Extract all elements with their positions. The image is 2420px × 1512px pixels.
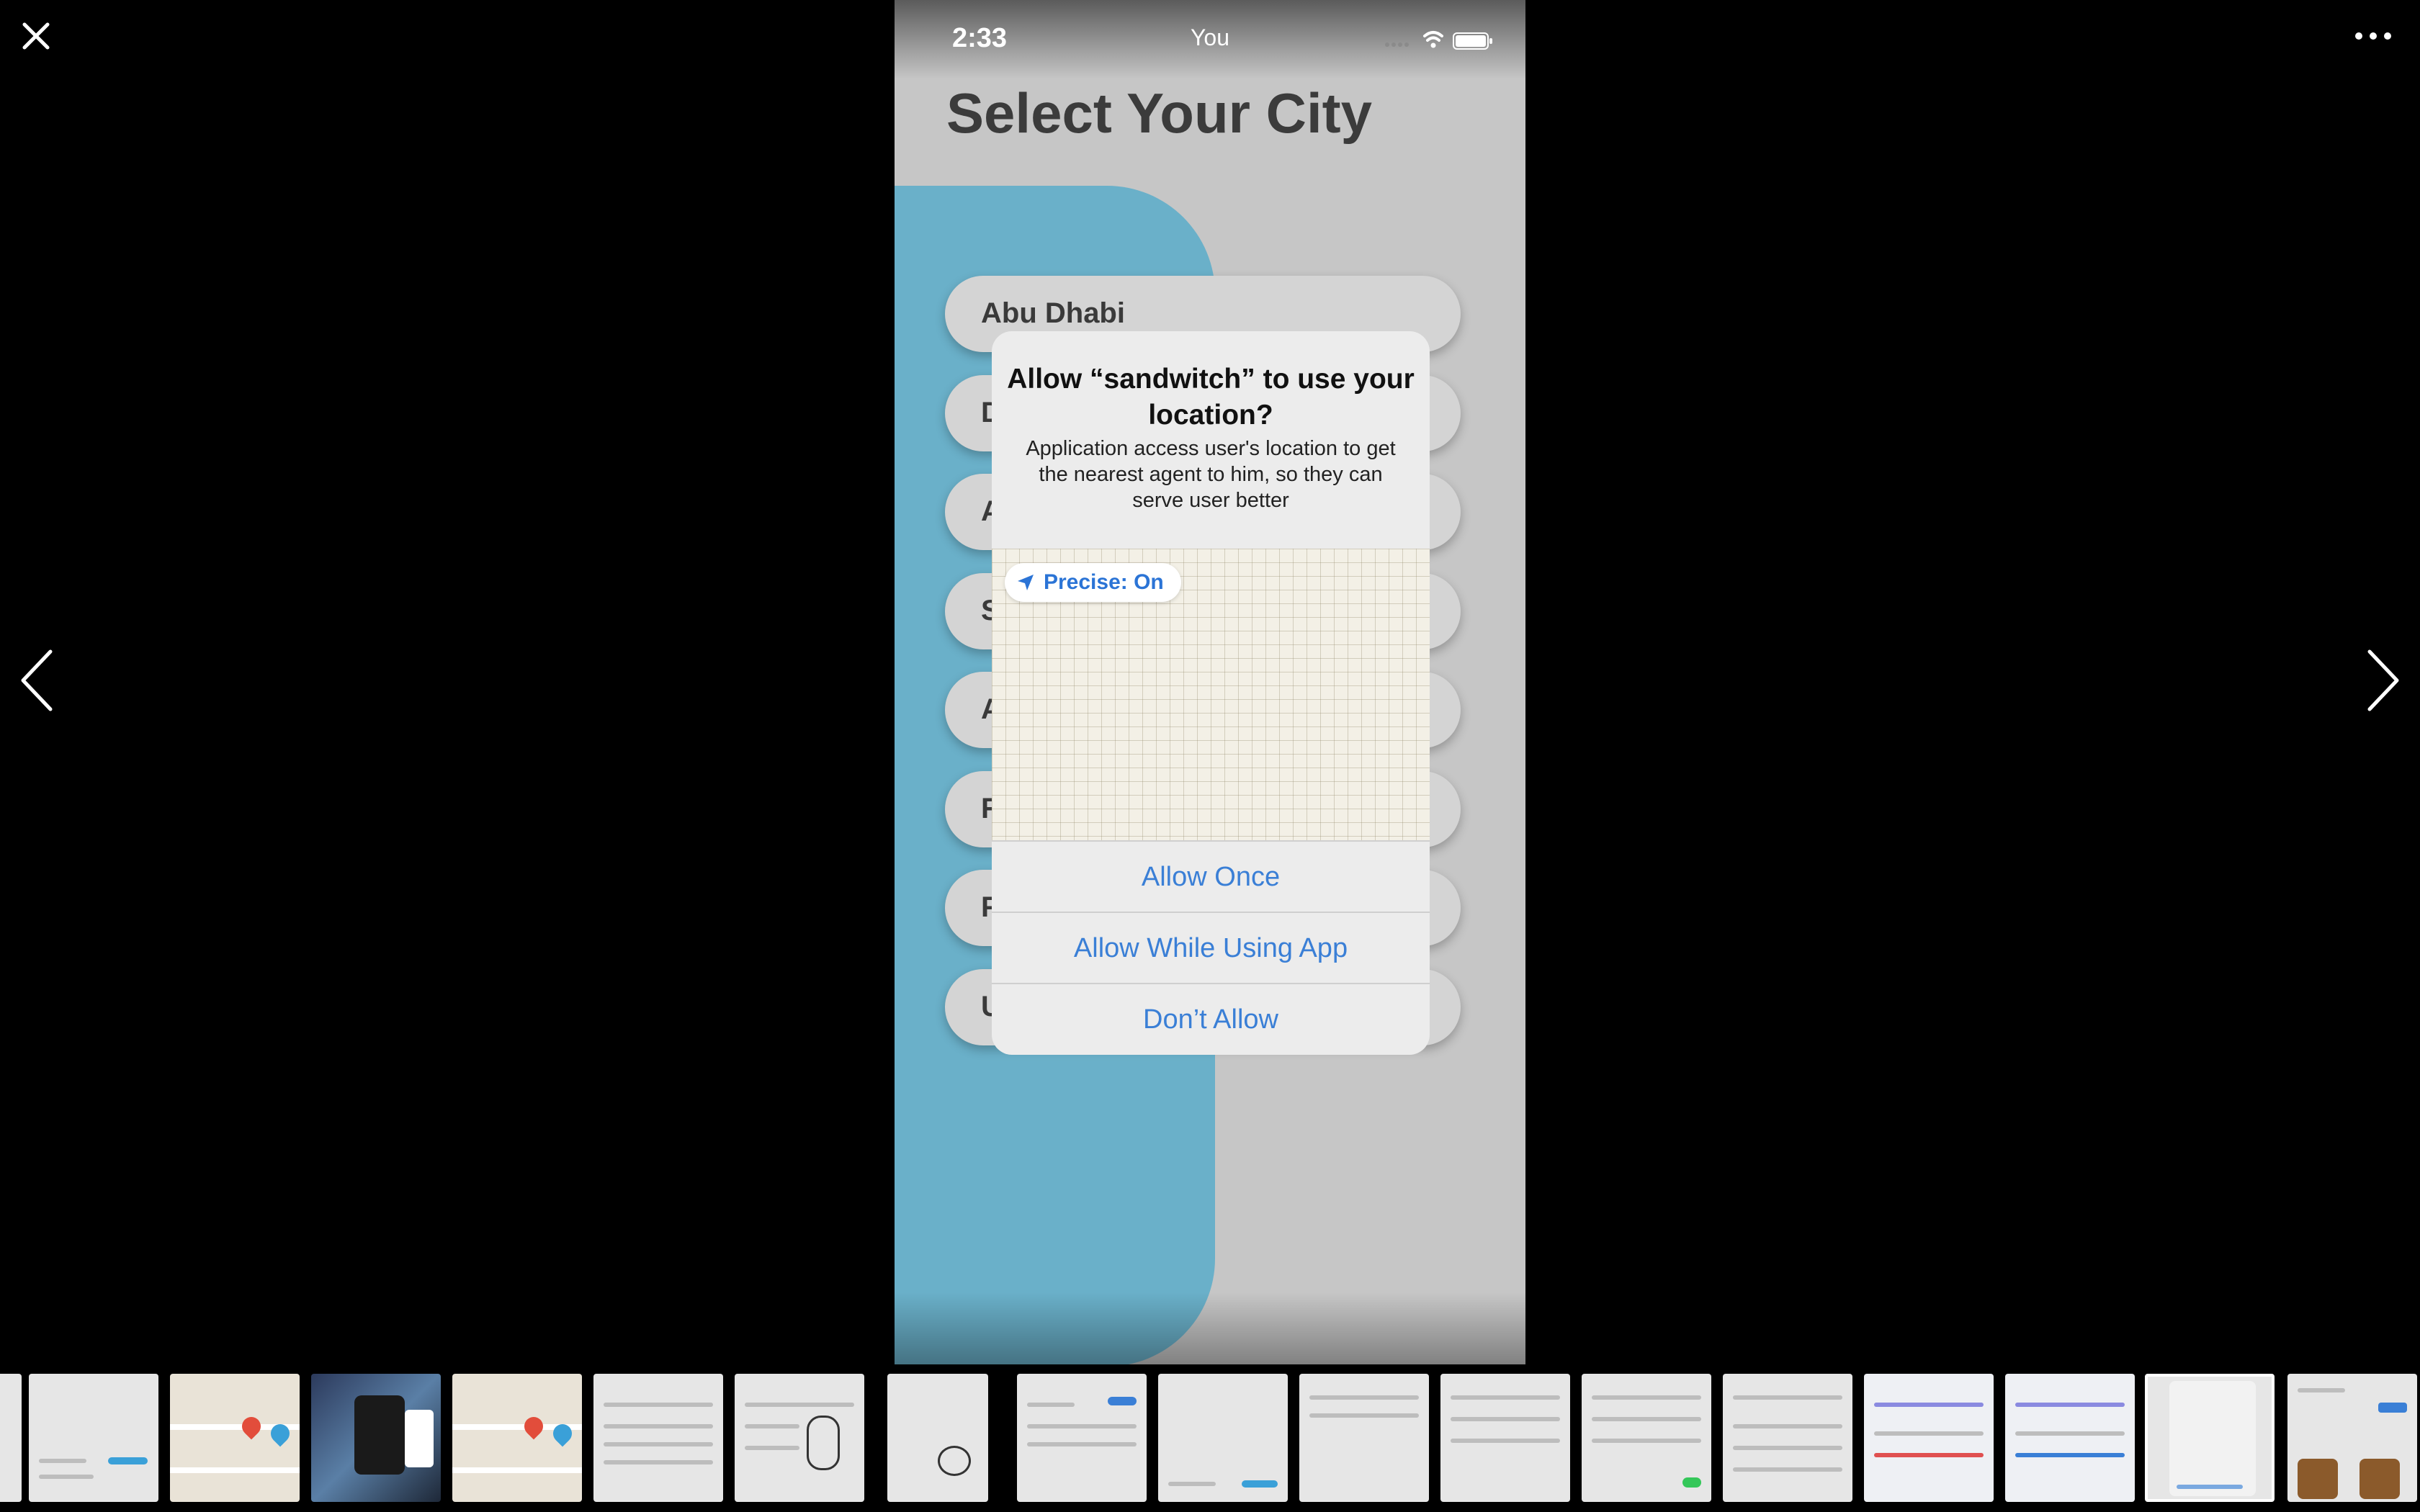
thumb-line <box>604 1424 713 1428</box>
thumb-line <box>1733 1446 1842 1450</box>
more-options-button[interactable] <box>2341 14 2406 58</box>
thumb-phone <box>354 1395 405 1475</box>
location-map: Precise: On <box>992 549 1430 840</box>
phone-screenshot: 2:33 You Select Your City Abu Dhabi D A … <box>895 0 1525 1364</box>
previous-button[interactable] <box>14 641 65 720</box>
thumb-line <box>1733 1424 1842 1428</box>
thumb-line <box>1733 1395 1842 1400</box>
map-pin-icon <box>238 1413 265 1440</box>
thumb-line <box>1309 1395 1419 1400</box>
next-button[interactable] <box>2355 641 2406 720</box>
thumb-sketch <box>807 1416 840 1470</box>
thumb-button <box>108 1457 148 1464</box>
close-button[interactable] <box>14 14 58 58</box>
thumb-line <box>1592 1439 1701 1443</box>
page-title: Select Your City <box>946 81 1372 145</box>
thumb-line <box>2177 1485 2243 1489</box>
dont-allow-button[interactable]: Don’t Allow <box>992 983 1430 1055</box>
thumbnail[interactable] <box>1440 1374 1570 1502</box>
chevron-left-icon <box>21 649 53 711</box>
thumb-line <box>745 1424 799 1428</box>
thumb-line <box>1451 1439 1560 1443</box>
thumbnail-active[interactable] <box>2145 1374 2275 1502</box>
battery-icon <box>1453 32 1492 50</box>
thumb-toggle <box>1682 1477 1701 1488</box>
thumbnail[interactable] <box>2287 1374 2417 1502</box>
thumb-line <box>1874 1431 1984 1436</box>
thumb-line <box>1592 1417 1701 1421</box>
thumb-line <box>1451 1395 1560 1400</box>
thumb-line <box>2015 1403 2125 1407</box>
thumb-food-image <box>2360 1459 2400 1499</box>
thumbnail[interactable] <box>1017 1374 1147 1502</box>
thumbnail[interactable] <box>1864 1374 1994 1502</box>
city-label: Abu Dhabi <box>981 297 1125 329</box>
thumbnail[interactable] <box>593 1374 723 1502</box>
thumb-road <box>170 1467 300 1473</box>
thumb-line <box>39 1475 94 1479</box>
thumb-button <box>1242 1480 1278 1488</box>
thumb-line <box>1027 1442 1137 1446</box>
thumb-line <box>745 1446 799 1450</box>
thumbnail[interactable] <box>1299 1374 1429 1502</box>
allow-once-button[interactable]: Allow Once <box>992 840 1430 912</box>
thumbnail[interactable] <box>887 1374 988 1502</box>
ellipsis-icon <box>2355 32 2391 40</box>
alert-message: Application access user's location to ge… <box>1026 437 1396 512</box>
wifi-dot-icon <box>1430 42 1436 48</box>
thumb-line <box>2015 1453 2125 1457</box>
thumb-road <box>452 1467 582 1473</box>
thumbnail[interactable] <box>452 1374 582 1502</box>
thumb-price <box>2378 1403 2407 1413</box>
thumb-line <box>2015 1431 2125 1436</box>
cellular-signal-icon <box>1385 42 1409 47</box>
map-pin-icon <box>520 1413 547 1440</box>
chevron-right-icon <box>2367 649 2399 711</box>
thumbnail[interactable] <box>311 1374 441 1502</box>
thumb-line <box>1027 1403 1075 1407</box>
thumb-line <box>1168 1482 1216 1486</box>
thumbnail[interactable] <box>2005 1374 2135 1502</box>
status-bar: 2:33 You <box>895 0 1525 79</box>
thumb-line <box>1309 1413 1419 1418</box>
wifi-icon <box>1423 31 1443 42</box>
thumbnail[interactable] <box>0 1374 22 1502</box>
location-arrow-icon <box>1018 575 1034 590</box>
allow-while-using-app-button[interactable]: Allow While Using App <box>992 912 1430 984</box>
thumbnail[interactable] <box>170 1374 300 1502</box>
thumb-line <box>39 1459 86 1463</box>
thumb-window <box>405 1410 434 1467</box>
thumb-line <box>1874 1453 1984 1457</box>
thumb-alert <box>2169 1381 2256 1496</box>
thumb-line <box>1027 1424 1137 1428</box>
thumbnail[interactable] <box>1582 1374 1711 1502</box>
thumb-line <box>1874 1403 1984 1407</box>
thumb-line <box>604 1403 713 1407</box>
alert-title: Allow “sandwitch” to use your location? <box>1007 364 1415 431</box>
thumb-line <box>1733 1467 1842 1472</box>
thumb-line <box>1592 1395 1701 1400</box>
thumbnail[interactable] <box>735 1374 864 1502</box>
thumbnail[interactable] <box>1723 1374 1852 1502</box>
thumb-sketch <box>938 1446 971 1476</box>
thumb-line <box>604 1442 713 1446</box>
precise-label: Precise: On <box>1044 570 1164 594</box>
status-icons <box>1385 31 1492 50</box>
location-permission-alert: Allow “sandwitch” to use your location? … <box>992 331 1430 1055</box>
thumb-line <box>1451 1417 1560 1421</box>
thumb-price <box>1108 1397 1137 1405</box>
precise-toggle[interactable]: Precise: On <box>1005 563 1181 602</box>
thumb-line <box>604 1460 713 1464</box>
thumb-line <box>2298 1388 2345 1392</box>
thumbnail[interactable] <box>29 1374 158 1502</box>
thumb-food-image <box>2298 1459 2338 1499</box>
bottom-shade <box>895 1292 1525 1364</box>
close-icon <box>22 22 50 50</box>
thumb-line <box>745 1403 854 1407</box>
thumbnail[interactable] <box>1158 1374 1288 1502</box>
